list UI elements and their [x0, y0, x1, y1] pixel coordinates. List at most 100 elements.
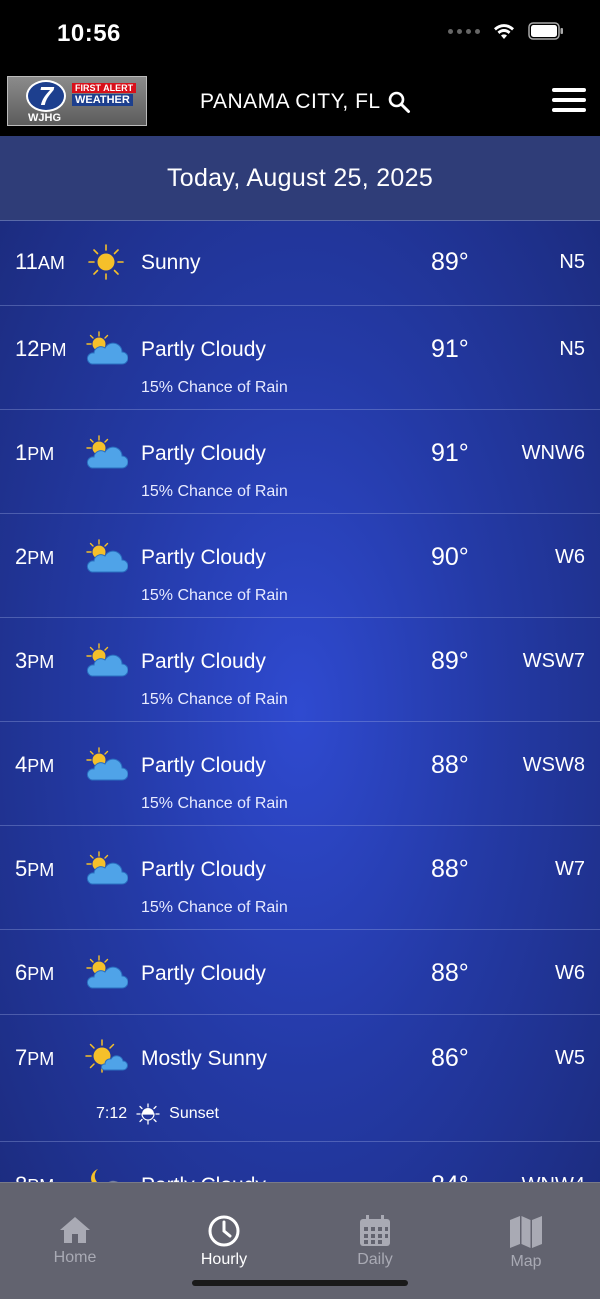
date-header: Today, August 25, 2025 [0, 136, 600, 221]
temperature: 84° [431, 1171, 469, 1182]
status-time: 10:56 [57, 20, 121, 47]
temperature: 88° [431, 959, 469, 987]
hour-label: 2PM [15, 544, 55, 569]
condition-text: Sunny [141, 251, 201, 274]
hourly-forecast[interactable]: Today, August 25, 2025 11AM Sunny 89° N5… [0, 136, 600, 1182]
clock-icon [208, 1215, 240, 1247]
night-partly-cloudy-icon [91, 1169, 118, 1182]
search-icon[interactable] [387, 90, 411, 114]
condition-text: Partly Cloudy [141, 546, 266, 569]
hour-row[interactable]: 2PM Partly Cloudy 90° W6 15% Chance of R… [0, 514, 600, 618]
sunset-label: Sunset [169, 1105, 219, 1122]
tab-label: Hourly [200, 1251, 248, 1268]
app-header: 7 FIRST ALERT WEATHER WJHG PANAMA CITY, … [0, 70, 600, 136]
wind: W5 [555, 1047, 585, 1069]
wind: N5 [559, 251, 585, 273]
partly-cloudy-icon [86, 643, 128, 677]
wind: WNW6 [521, 442, 585, 464]
home-indicator [192, 1280, 408, 1286]
hour-label: 8PM [15, 1172, 54, 1182]
partly-cloudy-icon [86, 539, 128, 573]
hour-label: 11AM [15, 249, 65, 274]
hour-label: 12PM [15, 336, 67, 361]
hour-row[interactable]: 8PM Partly Cloudy 84° WNW4 [0, 1142, 600, 1182]
partly-cloudy-icon [86, 851, 128, 885]
rain-chance: 15% Chance of Rain [141, 483, 288, 500]
hour-row[interactable]: 11AM Sunny 89° N5 [0, 221, 600, 306]
condition-text: Partly Cloudy [141, 858, 266, 881]
wind: W6 [555, 546, 585, 568]
wind: WNW4 [522, 1174, 585, 1182]
partly-cloudy-icon [86, 331, 128, 365]
wifi-icon [494, 24, 514, 39]
temperature: 89° [431, 647, 469, 675]
temperature: 90° [431, 543, 469, 571]
condition-text: Partly Cloudy [141, 1174, 266, 1182]
tab-label: Map [510, 1253, 542, 1270]
battery-icon [528, 22, 563, 40]
logo-number: 7 [26, 80, 66, 112]
temperature: 86° [431, 1044, 469, 1072]
wind: W6 [555, 962, 585, 984]
hour-label: 3PM [15, 648, 55, 673]
temperature: 91° [431, 335, 469, 363]
map-icon [510, 1216, 542, 1248]
hour-row[interactable]: 3PM Partly Cloudy 89° WSW7 15% Chance of… [0, 618, 600, 722]
hour-label: 7PM [15, 1045, 55, 1070]
condition-text: Partly Cloudy [141, 442, 266, 465]
hour-row[interactable]: 5PM Partly Cloudy 88° W7 15% Chance of R… [0, 826, 600, 930]
hour-row[interactable]: 1PM Partly Cloudy 91° WNW6 15% Chance of… [0, 410, 600, 514]
partly-cloudy-icon [86, 747, 128, 781]
hour-label: 5PM [15, 856, 55, 881]
temperature: 89° [431, 248, 469, 276]
wind: W7 [555, 858, 585, 880]
tab-label: Home [53, 1249, 97, 1266]
sunset-info: 7:12 Sunset [96, 1103, 219, 1125]
tab-label: Daily [357, 1251, 393, 1268]
condition-text: Partly Cloudy [141, 338, 266, 361]
hour-label: 6PM [15, 960, 55, 985]
home-icon [60, 1217, 90, 1243]
rain-chance: 15% Chance of Rain [141, 795, 288, 812]
condition-text: Partly Cloudy [141, 754, 266, 777]
logo-call-sign: WJHG [28, 112, 61, 124]
wind: N5 [559, 338, 585, 360]
date-label: Today, August 25, 2025 [166, 163, 434, 192]
hour-row[interactable]: 12PM Partly Cloudy 91° N5 15% Chance of … [0, 306, 600, 410]
wind: WSW8 [522, 754, 585, 776]
temperature: 88° [431, 855, 469, 883]
sun-icon [88, 244, 124, 280]
mostly-sunny-icon [85, 1039, 128, 1073]
sunset-icon [136, 1103, 160, 1125]
temperature: 91° [431, 439, 469, 467]
rain-chance: 15% Chance of Rain [141, 587, 288, 604]
hour-row[interactable]: 6PM Partly Cloudy 88° W6 [0, 930, 600, 1015]
station-logo: 7 FIRST ALERT WEATHER WJHG [7, 76, 147, 126]
rain-chance: 15% Chance of Rain [141, 691, 288, 708]
logo-weather: WEATHER [72, 94, 133, 106]
tab-daily[interactable]: Daily [300, 1183, 450, 1273]
hour-row[interactable]: 4PM Partly Cloudy 88° WSW8 15% Chance of… [0, 722, 600, 826]
signal-icon [448, 28, 480, 34]
logo-first-alert: FIRST ALERT [72, 83, 137, 93]
calendar-icon [360, 1215, 390, 1246]
hour-label: 1PM [15, 440, 55, 465]
location-selector[interactable]: PANAMA CITY, FL [200, 90, 411, 114]
tab-hourly[interactable]: Hourly [149, 1183, 299, 1273]
rain-chance: 15% Chance of Rain [141, 379, 288, 396]
temperature: 88° [431, 751, 469, 779]
condition-text: Mostly Sunny [141, 1047, 268, 1070]
status-bar: 10:56 [0, 0, 600, 70]
location-name: PANAMA CITY, FL [200, 90, 381, 113]
tab-map[interactable]: Map [451, 1183, 600, 1273]
wind: WSW7 [522, 650, 585, 672]
rain-chance: 15% Chance of Rain [141, 899, 288, 916]
condition-text: Partly Cloudy [141, 650, 266, 673]
partly-cloudy-icon [86, 435, 128, 469]
sunset-time: 7:12 [96, 1105, 128, 1122]
hour-label: 4PM [15, 752, 55, 777]
hamburger-menu-icon[interactable] [552, 88, 586, 114]
status-icons [448, 22, 564, 40]
hour-row[interactable]: 7PM Mostly Sunny 86° W5 7:12 Sunset [0, 1015, 600, 1142]
tab-home[interactable]: Home [0, 1183, 150, 1273]
